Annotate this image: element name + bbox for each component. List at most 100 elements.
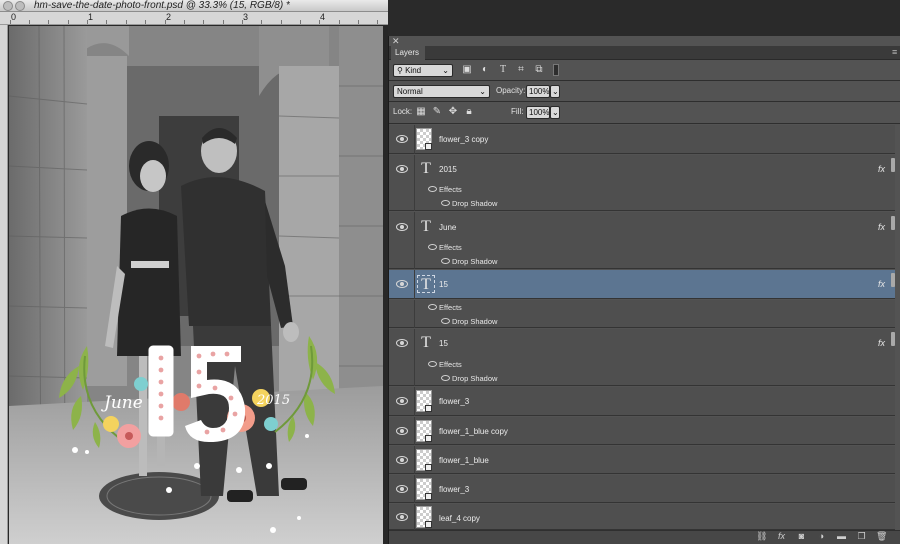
fx-icon[interactable]: fx [878, 222, 885, 232]
add-layer-style-icon[interactable]: fx [776, 531, 787, 542]
layer-name[interactable]: leaf_4 copy [439, 514, 480, 524]
document-window: hm-save-the-date-photo-front.psd @ 33.3%… [0, 0, 388, 544]
layer-row[interactable]: flower_3 copy [389, 125, 895, 154]
ruler-label: 2 [166, 12, 172, 22]
lock-label: Lock: [393, 107, 413, 116]
effects-expand-toggle[interactable] [891, 158, 895, 172]
layer-thumbnail [416, 478, 432, 500]
eye-icon[interactable] [396, 485, 408, 493]
layer-name[interactable]: flower_3 [439, 485, 469, 495]
layer-name[interactable]: June [439, 223, 456, 233]
layer-name[interactable]: flower_1_blue [439, 456, 489, 466]
lock-image-pixels-icon[interactable]: ✎ [431, 106, 443, 118]
pixel-layer-filter-icon[interactable]: ▣ [461, 64, 473, 76]
vertical-ruler[interactable] [0, 25, 8, 544]
effect-name[interactable]: Drop Shadow [452, 257, 497, 266]
new-layer-icon[interactable]: ❐ [856, 531, 867, 542]
smart-object-icon [425, 493, 432, 500]
layer-name[interactable]: 15 [439, 339, 448, 349]
eye-icon[interactable] [396, 280, 408, 288]
eye-icon[interactable] [396, 339, 408, 347]
layer-row[interactable]: flower_1_blue copy [389, 417, 895, 445]
add-mask-icon[interactable]: ◙ [796, 531, 807, 542]
eye-icon[interactable] [441, 200, 450, 206]
panel-menu-icon[interactable]: ≡ [892, 47, 897, 57]
lock-position-icon[interactable]: ✥ [447, 106, 459, 118]
effects-expand-toggle[interactable] [891, 273, 895, 287]
eye-icon[interactable] [428, 186, 437, 192]
ruler-label: 1 [88, 12, 94, 22]
smart-object-filter-icon[interactable]: ⧉ [533, 64, 545, 76]
eye-icon[interactable] [428, 304, 437, 310]
layer-row[interactable]: T June fx Effects Drop Shadow [389, 212, 895, 269]
fill-dropdown-icon[interactable]: ⌄ [550, 106, 560, 119]
new-group-icon[interactable]: ▬ [836, 531, 847, 542]
fx-icon[interactable]: fx [878, 338, 885, 348]
opacity-label: Opacity: [496, 86, 526, 95]
opacity-dropdown-icon[interactable]: ⌄ [550, 85, 560, 98]
layer-name[interactable]: 2015 [439, 165, 457, 175]
fill-input[interactable]: 100% [526, 106, 550, 119]
eye-icon[interactable] [441, 318, 450, 324]
opacity-input[interactable]: 100% [526, 85, 550, 98]
artwork-month-text: June [101, 393, 143, 413]
layer-row[interactable]: T 2015 fx Effects Drop Shadow [389, 155, 895, 211]
type-layer-filter-icon[interactable]: T [497, 64, 509, 76]
effect-name[interactable]: Drop Shadow [452, 317, 497, 326]
eye-icon[interactable] [396, 223, 408, 231]
adjustment-layer-filter-icon[interactable]: ◐ [479, 64, 491, 76]
effect-name[interactable]: Drop Shadow [452, 199, 497, 208]
layer-row[interactable]: flower_3 [389, 475, 895, 503]
tab-layers[interactable]: Layers [391, 46, 425, 60]
close-window-button[interactable] [3, 1, 13, 11]
filter-toggle-switch[interactable] [553, 64, 559, 76]
layer-row-selected[interactable]: T 15 fx [389, 270, 895, 299]
eye-icon[interactable] [428, 244, 437, 250]
close-icon[interactable]: ✕ [392, 37, 400, 46]
chevron-down-icon: ⌄ [479, 87, 486, 96]
eye-icon[interactable] [428, 361, 437, 367]
eye-icon[interactable] [441, 258, 450, 264]
eye-icon[interactable] [396, 397, 408, 405]
fx-icon[interactable]: fx [878, 279, 885, 289]
link-layers-icon[interactable]: ⛓ [756, 531, 767, 542]
layer-name[interactable]: 15 [439, 280, 448, 290]
lock-transparent-pixels-icon[interactable]: ▦ [415, 106, 427, 118]
fx-icon[interactable]: fx [878, 164, 885, 174]
horizontal-ruler[interactable]: 0 1 2 3 4 [0, 12, 388, 25]
eye-icon[interactable] [396, 456, 408, 464]
eye-icon[interactable] [396, 135, 408, 143]
eye-icon[interactable] [396, 165, 408, 173]
shape-layer-filter-icon[interactable]: ⌗ [515, 64, 527, 76]
filter-kind-select[interactable]: ⚲ Kind ⌄ [393, 64, 453, 77]
ruler-label: 3 [243, 12, 249, 22]
blend-mode-select[interactable]: Normal ⌄ [393, 85, 490, 98]
layer-row[interactable]: T 15 fx Effects Drop Shadow [389, 329, 895, 386]
layer-name[interactable]: flower_3 copy [439, 135, 488, 145]
fill-label: Fill: [511, 107, 524, 116]
eye-icon[interactable] [396, 427, 408, 435]
effects-expand-toggle[interactable] [891, 332, 895, 346]
eye-icon[interactable] [441, 375, 450, 381]
document-title-bar[interactable]: hm-save-the-date-photo-front.psd @ 33.3%… [0, 0, 388, 12]
layer-row[interactable]: leaf_4 copy [389, 504, 895, 530]
minimize-window-button[interactable] [15, 1, 25, 11]
eye-icon[interactable] [396, 513, 408, 521]
ruler-label: 4 [320, 12, 326, 22]
layer-thumbnail [416, 390, 432, 412]
layer-name[interactable]: flower_1_blue copy [439, 427, 508, 437]
trash-icon[interactable]: 🗑︎ [876, 531, 887, 542]
layer-row[interactable]: flower_3 [389, 387, 895, 416]
canvas-photo[interactable]: June 2015 [9, 26, 383, 544]
layer-row[interactable]: flower_1_blue [389, 446, 895, 474]
ruler-label: 0 [11, 12, 17, 22]
layer-effects-row[interactable]: Effects Drop Shadow [389, 300, 895, 328]
effects-expand-toggle[interactable] [891, 216, 895, 230]
smart-object-icon [425, 464, 432, 471]
lock-all-icon[interactable]: 🔒︎ [463, 106, 475, 118]
layer-thumbnail [416, 420, 432, 442]
effects-label: Effects [439, 243, 462, 252]
new-adjustment-layer-icon[interactable]: ◑ [816, 531, 827, 542]
layer-name[interactable]: flower_3 [439, 397, 469, 407]
effect-name[interactable]: Drop Shadow [452, 374, 497, 383]
